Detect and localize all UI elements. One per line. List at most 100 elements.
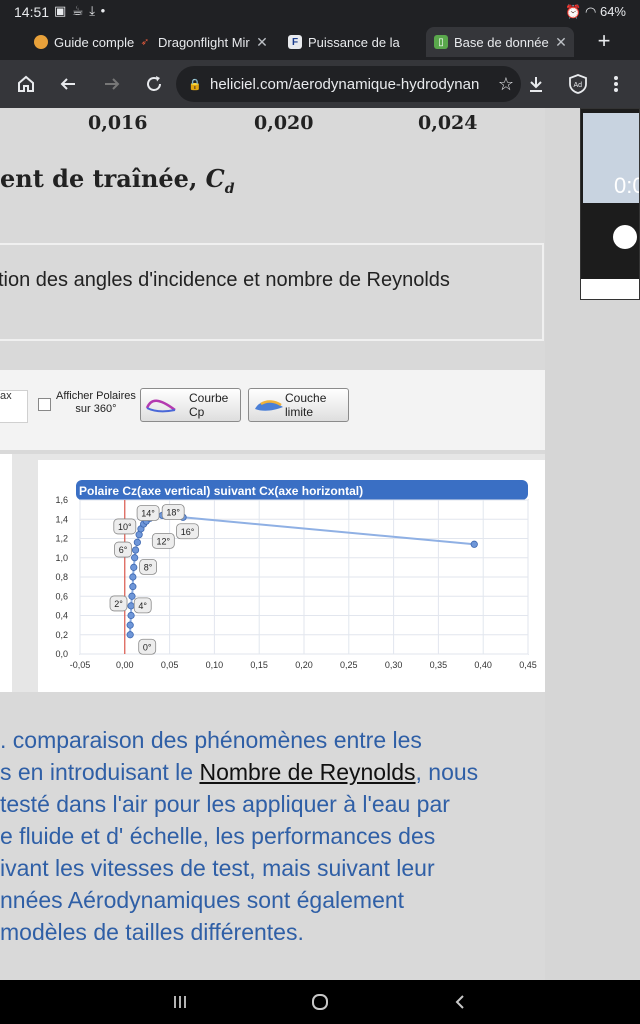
- browser-toolbar: 🔒 heliciel.com/aerodynamique-hydrodynan …: [0, 60, 640, 108]
- tab-dragonflight[interactable]: ➶ Dragonflight Mir ✕: [130, 27, 275, 57]
- data-point: [128, 592, 136, 600]
- home-button[interactable]: [12, 70, 40, 98]
- forward-button[interactable]: [98, 70, 126, 98]
- wifi-icon: ◠: [585, 4, 597, 19]
- y-tick-label: 1,6: [55, 495, 68, 505]
- axis-value: 0,024: [418, 112, 478, 134]
- angle-label: 6°: [114, 541, 132, 558]
- status-right: ⏰ ◠ 64%: [565, 4, 626, 20]
- back-nav-button[interactable]: [440, 988, 480, 1016]
- download-button[interactable]: [522, 70, 550, 98]
- adblock-button[interactable]: Ad: [564, 70, 592, 98]
- battery-level: 64%: [599, 4, 626, 19]
- angle-label: 0°: [138, 638, 157, 655]
- angle-label: 8°: [139, 558, 157, 575]
- reload-button[interactable]: [140, 70, 168, 98]
- x-tick-label: 0,10: [206, 660, 224, 670]
- angle-label-text: 6°: [119, 545, 128, 555]
- close-icon[interactable]: ✕: [552, 34, 570, 51]
- clock: 14:51: [14, 4, 50, 20]
- data-point: [133, 538, 141, 546]
- y-tick-label: 0,0: [55, 649, 68, 659]
- reload-icon: [147, 76, 161, 91]
- angle-label: 10°: [113, 518, 137, 535]
- angle-label: 2°: [109, 595, 128, 612]
- y-tick-label: 0,6: [55, 591, 68, 601]
- tab-title: Puissance de la: [308, 34, 400, 50]
- menu-button[interactable]: [602, 70, 630, 98]
- chevron-left-icon: [455, 995, 464, 1009]
- download-done-icon: ⤓: [89, 3, 96, 18]
- address-bar[interactable]: 🔒 heliciel.com/aerodynamique-hydrodynan …: [176, 66, 521, 102]
- x-tick-label: 0,35: [430, 660, 448, 670]
- chart-container: Polaire Cz(axe vertical) suivant Cx(axe …: [38, 460, 545, 692]
- courbe-cp-label: Courbe Cp: [189, 391, 229, 419]
- courbe-cp-button[interactable]: Courbe Cp: [140, 388, 241, 422]
- more-vert-icon: [614, 76, 618, 92]
- data-point: [131, 554, 139, 562]
- tab-guide[interactable]: Guide comple: [26, 27, 138, 57]
- angle-label-text: 12°: [157, 536, 171, 546]
- status-bar: 14:51 ▣ ☕ ⤓ • ⏰ ◠ 64%: [0, 0, 640, 24]
- y-tick-label: 1,2: [55, 534, 68, 544]
- para-line: . comparaison des phénomènes entre les: [0, 727, 422, 753]
- para-line: modèles de tailles différentes.: [0, 919, 304, 945]
- y-tick-label: 0,8: [55, 572, 68, 582]
- x-tick-label: 0,20: [295, 660, 313, 670]
- data-point: [130, 563, 138, 571]
- paragraph: . comparaison des phénomènes entre les s…: [0, 724, 545, 948]
- x-tick-label: 0,05: [161, 660, 179, 670]
- lock-icon: 🔒: [188, 78, 202, 91]
- video-time: 0:0: [614, 173, 639, 198]
- angle-label-text: 4°: [138, 601, 147, 611]
- data-point: [129, 583, 137, 591]
- angle-label-text: 2°: [114, 599, 123, 609]
- home-nav-button[interactable]: [300, 988, 340, 1016]
- recent-apps-button[interactable]: [160, 988, 200, 1016]
- drag-coefficient-label: ent de traînée, Cd: [0, 164, 235, 197]
- star-icon[interactable]: ☆: [491, 74, 521, 95]
- back-button[interactable]: [54, 70, 82, 98]
- max-input-label: ax: [0, 390, 12, 402]
- x-tick-label: 0,40: [474, 660, 492, 670]
- angle-label: 16°: [176, 523, 199, 540]
- new-tab-button[interactable]: +: [590, 28, 618, 54]
- data-point: [129, 573, 137, 581]
- book-icon: ▯: [434, 35, 448, 49]
- polaires-360-label: Afficher Polaires sur 360°: [56, 390, 136, 416]
- y-tick-label: 1,0: [55, 553, 68, 563]
- angle-label-text: 14°: [141, 508, 155, 518]
- polar-chart: Polaire Cz(axe vertical) suivant Cx(axe …: [55, 480, 537, 670]
- para-line: s en introduisant le Nombre de Reynolds,…: [0, 756, 545, 788]
- data-point: [126, 631, 134, 639]
- close-icon[interactable]: ✕: [253, 34, 271, 51]
- angle-label-text: 18°: [166, 508, 180, 518]
- arrow-left-icon: [60, 78, 75, 90]
- angle-label-text: 16°: [181, 527, 195, 537]
- url-text: heliciel.com/aerodynamique-hydrodynan: [210, 75, 480, 93]
- chart-panel: Polaire Cz(axe vertical) suivant Cx(axe …: [0, 454, 545, 692]
- tab-title: Guide comple: [54, 34, 135, 50]
- para-line-tail: , nous: [415, 759, 479, 785]
- arrow-right-icon: [105, 78, 120, 90]
- alarm-icon: ⏰: [565, 4, 582, 19]
- tab-base-de-donnees[interactable]: ▯ Base de donnée ✕: [426, 27, 574, 57]
- polaires-360-checkbox[interactable]: [38, 398, 51, 411]
- adblock-icon: Ad: [569, 74, 587, 94]
- y-tick-label: 0,2: [55, 630, 68, 640]
- data-point: [470, 540, 478, 548]
- home-icon: [18, 75, 34, 92]
- x-tick-label: 0,30: [385, 660, 403, 670]
- tool-strip: ax Afficher Polaires sur 360° Courbe Cp …: [0, 370, 545, 450]
- boundary-layer-icon: [255, 400, 283, 411]
- para-line: nnées Aérodynamiques sont également: [0, 887, 405, 913]
- video-seek-handle[interactable]: [613, 225, 637, 249]
- couche-limite-button[interactable]: Couche limite: [248, 388, 349, 422]
- drag-symbol: C: [205, 164, 225, 193]
- reynolds-link[interactable]: Nombre de Reynolds: [199, 759, 415, 785]
- tab-puissance[interactable]: F Puissance de la: [280, 27, 420, 57]
- x-tick-label: -0,05: [70, 660, 91, 670]
- section-header-text: tion des angles d'incidence et nombre de…: [0, 269, 450, 291]
- couche-limite-label: Couche limite: [285, 391, 327, 419]
- floating-video-player[interactable]: 0:0: [580, 108, 640, 300]
